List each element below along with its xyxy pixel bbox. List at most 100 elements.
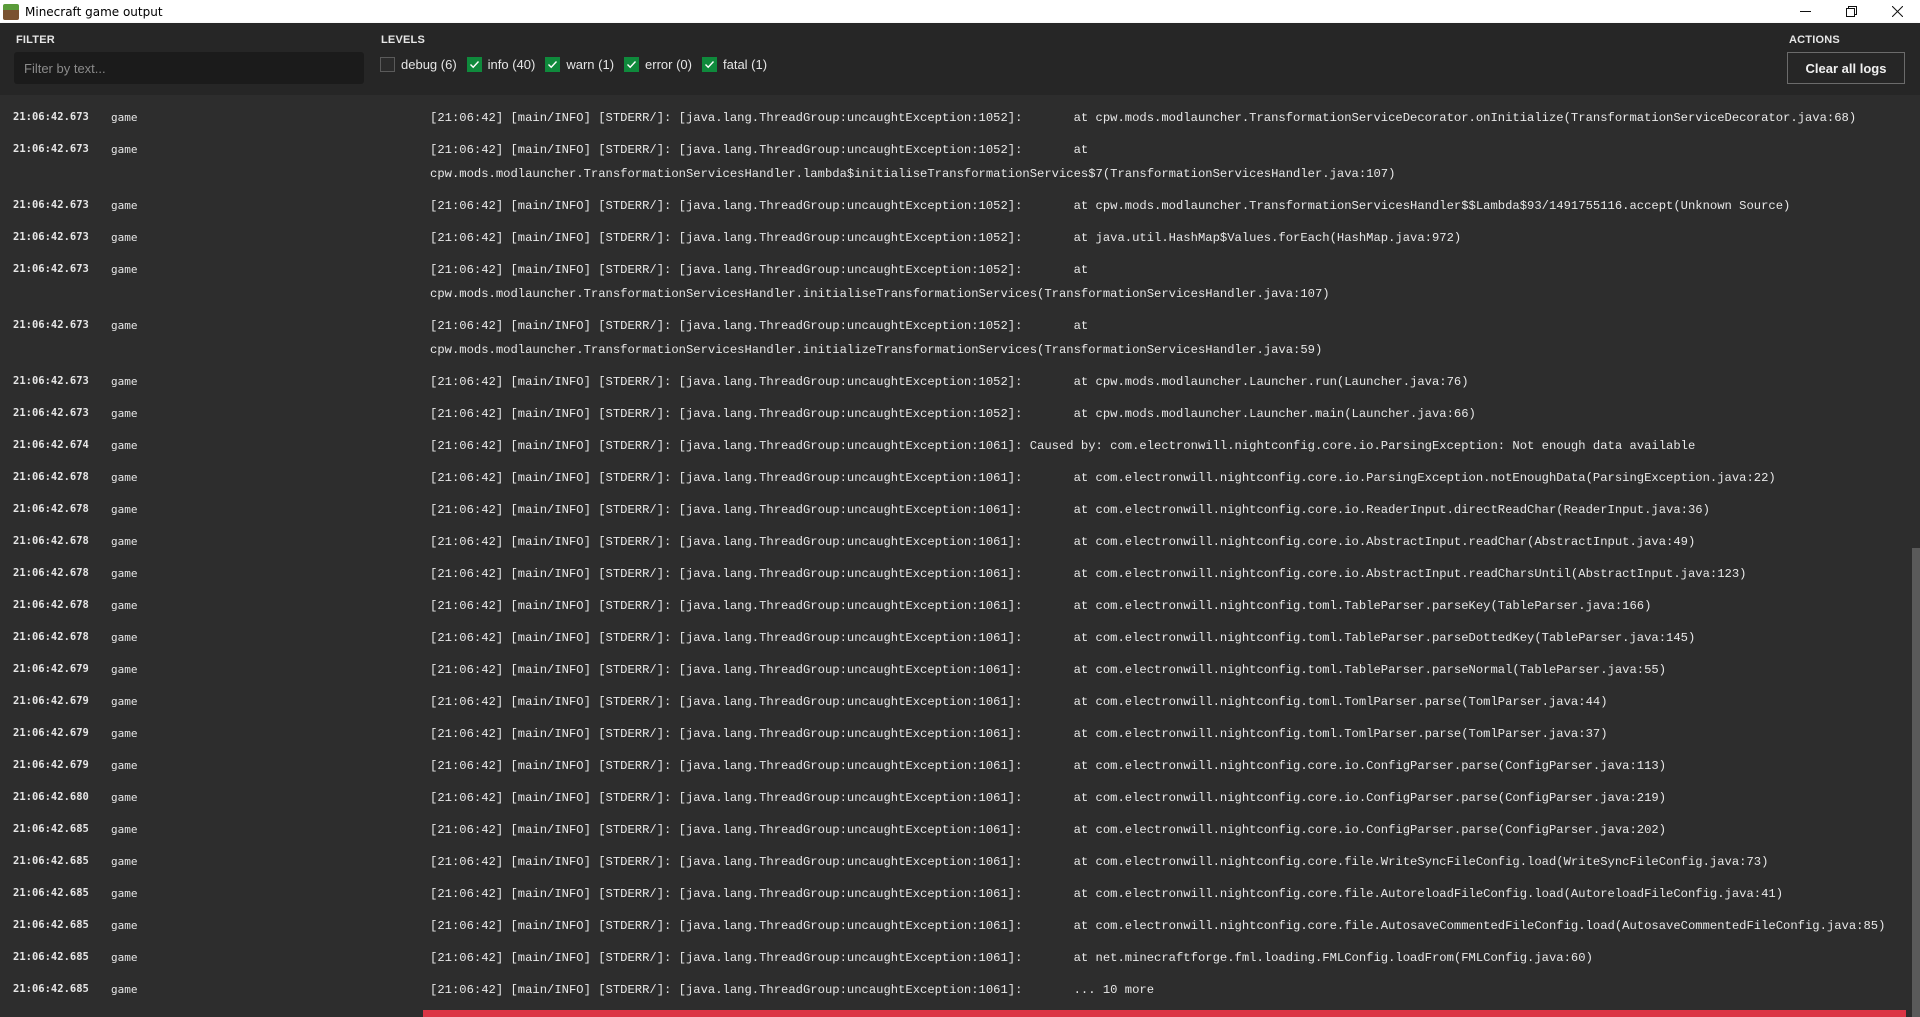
log-timestamp: 21:06:42.678 [13,503,89,515]
log-row[interactable]: 21:06:42.678 game [21:06:42] [main/INFO] [… [0,551,1906,583]
checkbox[interactable] [624,56,640,72]
log-source: game [111,663,138,676]
minimize-icon [1799,11,1811,12]
checkbox[interactable] [466,56,482,72]
log-timestamp: 21:06:42.685 [13,919,89,931]
log-row[interactable]: 21:06:42.673 game [21:06:42] [main/INFO] [… [0,183,1906,215]
checkbox[interactable] [545,56,561,72]
filter-label: FILTER [16,34,55,46]
level-filter-error[interactable]: error (0) [624,56,692,72]
window-title: Minecraft game output [25,4,163,19]
checkmark-icon [548,60,558,68]
restore-button[interactable] [1828,0,1874,23]
log-row[interactable]: 21:06:42.673 game [21:06:42] [main/INFO] [… [0,215,1906,247]
log-row[interactable]: 21:06:42.674 game [21:06:42] [main/INFO] [… [0,423,1906,455]
log-timestamp: 21:06:42.680 [13,791,89,803]
log-message: [21:06:42] [main/INFO] [STDERR/]: [java.… [430,983,1155,997]
log-source: game [111,111,138,124]
level-filter-warn[interactable]: warn (1) [545,56,615,72]
log-source: game [111,319,138,332]
restore-icon [1845,6,1857,17]
log-timestamp: 21:06:42.673 [13,143,89,155]
checkbox[interactable] [702,56,717,72]
log-source: game [111,759,138,772]
log-row[interactable]: 21:06:42.680 game [21:06:42] [main/INFO] [… [0,775,1906,807]
log-timestamp: 21:06:42.673 [13,111,89,123]
filter-input[interactable] [14,52,364,84]
log-source: game [111,439,138,452]
log-timestamp: 21:06:42.685 [13,855,89,867]
checkmark-icon [469,60,479,68]
checkbox[interactable] [380,56,395,72]
log-timestamp: 21:06:42.678 [13,471,89,483]
log-row[interactable]: 21:06:42.685 game [21:06:42] [main/INFO] [… [0,903,1906,935]
log-message: [21:06:42] [main/INFO] [STDERR/]: [java.… [430,143,1396,181]
log-row[interactable]: 21:06:42.673 game [21:06:42] [main/INFO] [… [0,247,1906,303]
log-row[interactable]: 21:06:42.673 game [21:06:42] [main/INFO] [… [0,391,1906,423]
log-row[interactable]: 21:06:42.678 game [21:06:42] [main/INFO] [… [0,615,1906,647]
log-timestamp: 21:06:42.673 [13,263,89,275]
log-row[interactable]: 21:06:42.685 game [21:06:42] [main/INFO] [… [0,839,1906,871]
level-filter-fatal[interactable]: fatal (1) [702,56,768,72]
log-row[interactable]: 21:06:42.685 game [21:06:42] [main/INFO] [… [0,967,1906,999]
scrollbar[interactable] [1906,95,1920,1017]
log-row[interactable]: 21:06:42.685 game [21:06:42] [main/INFO] [… [0,807,1906,839]
log-timestamp: 21:06:42.679 [13,695,89,707]
level-label: fatal (1) [723,56,768,72]
minecraft-grass-block-icon [3,3,19,20]
clear-all-logs-button[interactable]: Clear all logs [1787,52,1905,84]
log-source: game [111,143,138,156]
log-timestamp: 21:06:42.673 [13,319,89,331]
log-message: [21:06:42] [main/INFO] [STDERR/]: [java.… [430,319,1323,357]
log-row[interactable]: 21:06:42.678 game [21:06:42] [main/INFO] [… [0,583,1906,615]
log-source: game [111,919,138,932]
log-timestamp: 21:06:42.685 [13,951,89,963]
log-row[interactable]: 21:06:42.673 game [21:06:42] [main/INFO] [… [0,95,1906,127]
log-row[interactable]: 21:06:42.685 game [21:06:42] [main/INFO] [… [0,871,1906,903]
scrollbar-thumb[interactable] [1912,548,1920,1017]
log-source: game [111,727,138,740]
log-timestamp: 21:06:42.679 [13,727,89,739]
checkmark-icon [705,60,715,68]
log-source: game [111,951,138,964]
minimize-button[interactable] [1782,0,1828,23]
log-timestamp: 21:06:42.679 [13,663,89,675]
log-timestamp: 21:06:42.679 [13,759,89,771]
level-filter-info[interactable]: info (40) [466,56,536,72]
log-source: game [111,503,138,516]
log-row[interactable]: 21:06:42.673 game [21:06:42] [main/INFO] [… [0,127,1906,183]
log-row[interactable]: 21:06:42.685 game [21:06:42] [main/INFO] [… [0,935,1906,967]
log-source: game [111,375,138,388]
level-label: warn (1) [566,56,615,72]
log-source: game [111,983,138,996]
log-source: game [111,231,138,244]
log-list: 21:06:42.673 game [21:06:42] [main/INFO] [… [0,95,1906,999]
levels-label: LEVELS [381,34,425,46]
log-timestamp: 21:06:42.673 [13,407,89,419]
log-source: game [111,471,138,484]
log-source: game [111,263,138,276]
level-label: info (40) [487,56,536,72]
log-row[interactable]: 21:06:42.679 game [21:06:42] [main/INFO] [… [0,679,1906,711]
log-timestamp: 21:06:42.678 [13,599,89,611]
log-row[interactable]: 21:06:42.673 game [21:06:42] [main/INFO] [… [0,303,1906,359]
log-source: game [111,407,138,420]
level-filter-debug[interactable]: debug (6) [380,56,457,72]
log-row[interactable]: 21:06:42.673 game [21:06:42] [main/INFO] [… [0,359,1906,391]
level-label: debug (6) [401,56,457,72]
log-row[interactable]: 21:06:42.678 game [21:06:42] [main/INFO] [… [0,519,1906,551]
log-row[interactable]: 21:06:42.679 game [21:06:42] [main/INFO] [… [0,711,1906,743]
toolbar: FILTER LEVELS debug (6) info (40) warn (1)… [0,23,1920,95]
log-row[interactable]: 21:06:42.678 game [21:06:42] [main/INFO] [… [0,487,1906,519]
log-row[interactable]: 21:06:42.679 game [21:06:42] [main/INFO] [… [0,743,1906,775]
log-source: game [111,887,138,900]
log-source: game [111,695,138,708]
close-button[interactable] [1874,0,1920,23]
log-timestamp: 21:06:42.674 [13,439,89,451]
log-timestamp: 21:06:42.678 [13,567,89,579]
level-label: error (0) [645,56,692,72]
log-row[interactable]: 21:06:42.679 game [21:06:42] [main/INFO] [… [0,647,1906,679]
log-message: [21:06:42] [main/INFO] [STDERR/]: [java.… [430,263,1330,301]
fatal-log-row[interactable] [423,1010,1906,1017]
log-row[interactable]: 21:06:42.678 game [21:06:42] [main/INFO] [… [0,455,1906,487]
